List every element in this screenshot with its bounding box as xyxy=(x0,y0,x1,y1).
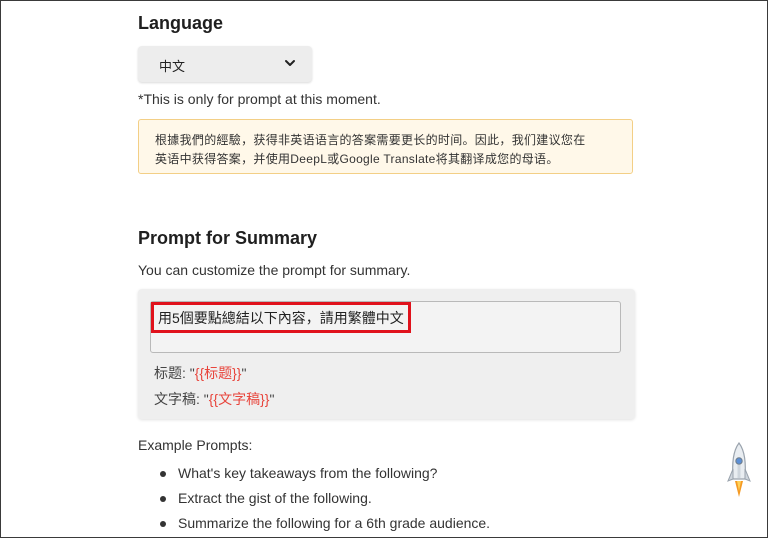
transcript-variable: 文字稿: "{{文字稿}}" xyxy=(154,389,274,409)
title-variable-end: " xyxy=(241,365,247,381)
list-item: What's key takeaways from the following? xyxy=(160,458,490,483)
example-prompt-text: Summarize the following for a 6th grade … xyxy=(178,515,491,531)
bullet-icon xyxy=(160,521,166,527)
settings-panel: Language 中文 *This is only for prompt at … xyxy=(0,0,768,538)
transcript-variable-label: 文字稿: " xyxy=(154,391,209,407)
language-select-value: 中文 xyxy=(159,59,186,74)
summary-description: You can customize the prompt for summary… xyxy=(138,262,411,278)
bullet-icon xyxy=(160,496,166,502)
language-heading: Language xyxy=(138,13,224,33)
title-variable-token: {{标题}} xyxy=(194,365,242,381)
list-item: Extract the gist of the following. xyxy=(160,483,490,508)
chevron-down-icon xyxy=(285,60,295,66)
example-prompts-heading: Example Prompts: xyxy=(138,437,253,453)
prompt-text-highlighted: 用5個要點總結以下內容，請用繁體中文 xyxy=(151,302,411,333)
example-prompt-text: What's key takeaways from the following? xyxy=(178,465,438,481)
transcript-variable-token: {{文字稿}} xyxy=(208,391,270,407)
summary-prompt-card: 用5個要點總結以下內容，請用繁體中文 标题: "{{标题}}" 文字稿: "{{… xyxy=(138,289,635,419)
example-prompt-text: Extract the gist of the following. xyxy=(178,490,372,506)
rocket-icon[interactable] xyxy=(726,441,752,503)
title-variable: 标题: "{{标题}}" xyxy=(154,363,246,383)
summary-heading: Prompt for Summary xyxy=(138,228,318,248)
warning-line-1: 根據我們的經驗，获得非英语语言的答案需要更长的时间。因此，我们建议您在 xyxy=(155,133,586,147)
example-prompts-list: What's key takeaways from the following?… xyxy=(138,458,490,533)
bullet-icon xyxy=(160,471,166,477)
language-note: *This is only for prompt at this moment. xyxy=(138,91,381,107)
summary-prompt-input[interactable]: 用5個要點總結以下內容，請用繁體中文 xyxy=(150,301,621,353)
language-warning: 根據我們的經驗，获得非英语语言的答案需要更长的时间。因此，我们建议您在 英语中获… xyxy=(138,119,633,174)
warning-line-2: 英语中获得答案，并使用DeepL或Google Translate将其翻译成您的… xyxy=(155,152,559,166)
transcript-variable-end: " xyxy=(269,391,275,407)
title-variable-label: 标题: " xyxy=(154,365,195,381)
list-item: Summarize the following for a 6th grade … xyxy=(160,508,491,533)
language-select[interactable]: 中文 xyxy=(138,46,312,82)
